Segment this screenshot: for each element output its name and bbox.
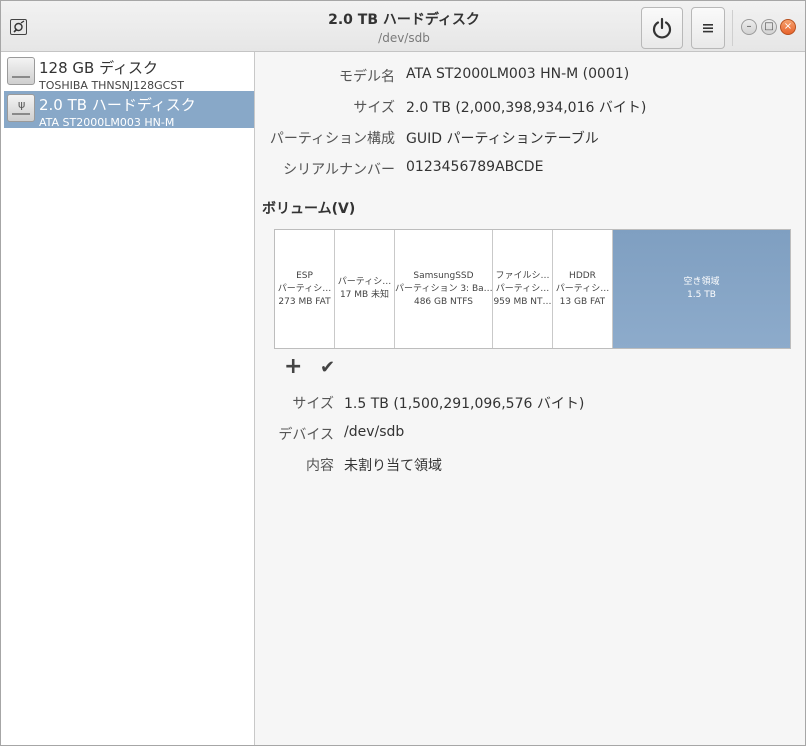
header-separator — [732, 10, 733, 46]
model-value: ATA ST2000LM003 HN-M (0001) — [406, 66, 630, 82]
partition-hddr[interactable]: HDDR パーティシ… 13 GB FAT — [553, 230, 613, 348]
partition-filesystem[interactable]: ファイルシ… パーティシ… 959 MB NT… — [493, 230, 553, 348]
drive-item[interactable]: 128 GB ディスク TOSHIBA THNSNJ128GCST — [4, 54, 254, 91]
partition-label: SamsungSSD — [413, 270, 474, 281]
partition-type: パーティシ… — [555, 283, 610, 294]
volumes-title: ボリューム(V) — [262, 201, 356, 217]
partition-size: 273 MB FAT — [278, 296, 331, 307]
partition-type: パーティション 3: Ba… — [395, 283, 492, 294]
model-label: モデル名 — [339, 69, 395, 85]
partition-samsungssd[interactable]: SamsungSSD パーティション 3: Ba… 486 GB NTFS — [395, 230, 493, 348]
drive-name: 2.0 TB ハードディスク — [39, 96, 196, 114]
volume-bar: ESP パーティシ… 273 MB FAT パーティシ… 17 MB 未知 Sa… — [274, 229, 791, 349]
partition-contents-label: 内容 — [306, 458, 334, 474]
menu-button[interactable] — [691, 7, 725, 49]
add-partition-button[interactable]: + — [284, 355, 302, 379]
partition-size-value: 1.5 TB (1,500,291,096,576 バイト) — [344, 396, 585, 412]
usb-icon: ψ — [18, 98, 26, 111]
harddisk-icon — [7, 57, 35, 85]
partition-free-space[interactable]: 空き領域 1.5 TB — [613, 230, 790, 348]
plus-icon: + — [284, 354, 303, 379]
partition-size: 17 MB 未知 — [339, 290, 390, 300]
hamburger-menu-icon — [703, 24, 713, 33]
minimize-button[interactable]: – — [741, 19, 757, 35]
power-off-button[interactable] — [641, 7, 683, 49]
header-bar: 2.0 TB ハードディスク /dev/sdb – □ × — [1, 1, 805, 52]
partition-reserved[interactable]: パーティシ… 17 MB 未知 — [335, 230, 395, 348]
partition-size: 959 MB NT… — [493, 296, 552, 307]
drive-item-selected[interactable]: ψ 2.0 TB ハードディスク ATA ST2000LM003 HN-M — [4, 91, 254, 128]
partitioning-value: GUID パーティションテーブル — [406, 131, 599, 147]
drive-details-panel: モデル名 ATA ST2000LM003 HN-M (0001) サイズ 2.0… — [256, 52, 805, 745]
partition-label: ファイルシ… — [495, 270, 550, 281]
partition-type: パーティシ… — [495, 283, 550, 294]
serial-value: 0123456789ABCDE — [406, 159, 544, 175]
drive-name: 128 GB ディスク — [39, 59, 159, 77]
check-filesystem-button[interactable]: ✔ — [320, 357, 335, 379]
partition-size: 486 GB NTFS — [413, 296, 473, 307]
title-box: 2.0 TB ハードディスク /dev/sdb — [251, 11, 557, 46]
partition-label: 空き領域 — [683, 277, 720, 287]
partition-size-label: サイズ — [292, 396, 334, 412]
partitioning-label: パーティション構成 — [269, 131, 395, 147]
size-value: 2.0 TB (2,000,398,934,016 バイト) — [406, 100, 647, 116]
partition-label: HDDR — [569, 270, 596, 281]
partition-type: パーティシ… — [277, 283, 332, 294]
disks-app-icon — [10, 19, 27, 35]
partition-label: ESP — [296, 270, 313, 281]
size-label: サイズ — [353, 100, 395, 116]
drive-model: ATA ST2000LM003 HN-M — [39, 116, 175, 128]
partition-type: パーティシ… — [337, 277, 392, 287]
partition-device-value: /dev/sdb — [344, 424, 405, 440]
drive-model: TOSHIBA THNSNJ128GCST — [39, 79, 185, 91]
partition-contents-value: 未割り当て領域 — [344, 458, 442, 474]
partition-size: 13 GB FAT — [559, 296, 606, 307]
serial-label: シリアルナンバー — [283, 162, 395, 178]
partition-esp[interactable]: ESP パーティシ… 273 MB FAT — [275, 230, 335, 348]
usb-harddisk-icon: ψ — [7, 94, 35, 122]
maximize-button[interactable]: □ — [761, 19, 777, 35]
window-subtitle: /dev/sdb — [378, 31, 430, 45]
checkmark-icon: ✔ — [320, 357, 336, 378]
partition-device-label: デバイス — [278, 427, 334, 443]
power-icon — [652, 17, 672, 39]
partition-size: 1.5 TB — [687, 290, 716, 300]
drive-list: 128 GB ディスク TOSHIBA THNSNJ128GCST ψ 2.0 … — [1, 52, 255, 745]
window-title: 2.0 TB ハードディスク — [328, 12, 480, 28]
close-button[interactable]: × — [780, 19, 796, 35]
disks-window: 2.0 TB ハードディスク /dev/sdb – □ × 128 GB ディス… — [0, 0, 806, 746]
